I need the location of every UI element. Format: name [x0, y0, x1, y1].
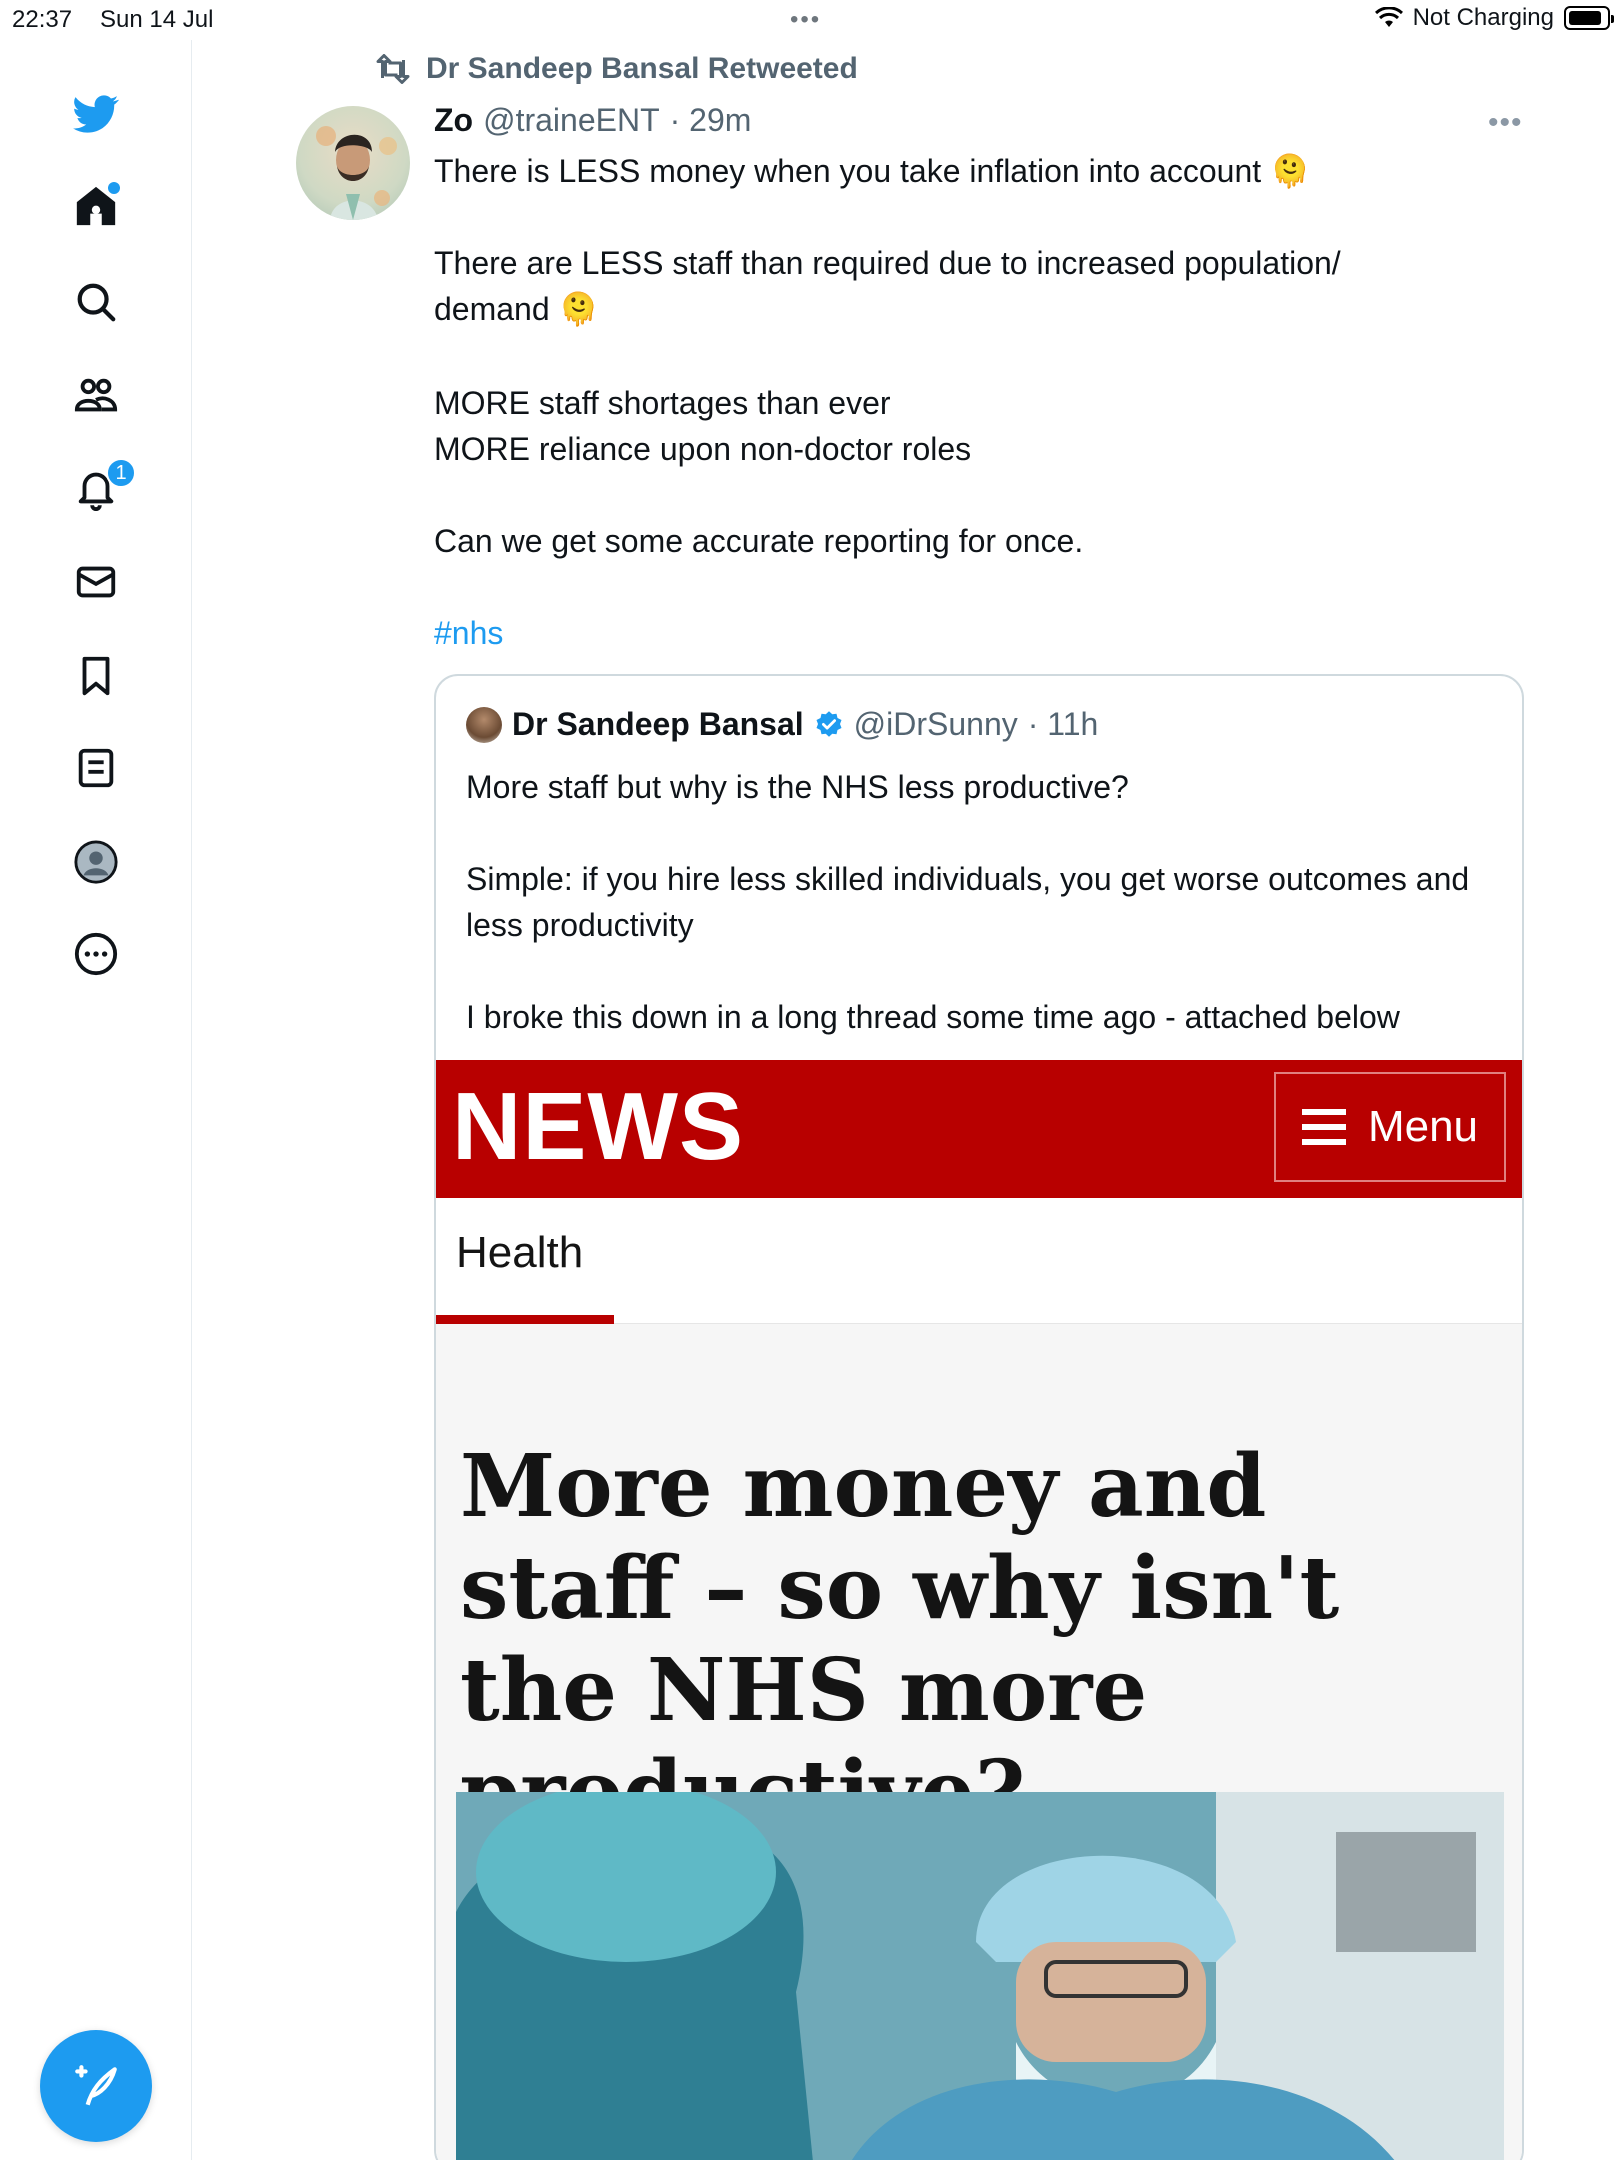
profile-icon: [74, 840, 118, 884]
tweet-line-2: There are LESS staff than required due t…: [434, 245, 1341, 327]
bbc-menu-label: Menu: [1367, 1102, 1479, 1151]
quoted-line-2: Simple: if you hire less skilled individ…: [466, 861, 1470, 943]
sidebar-item-bookmarks[interactable]: [68, 648, 124, 704]
surgeons-illustration: [456, 1792, 1504, 2160]
bbc-section-nav: Health: [436, 1198, 1522, 1325]
sidebar-item-messages[interactable]: [68, 554, 124, 610]
sidebar-item-search[interactable]: [68, 274, 124, 330]
compose-icon: [75, 2065, 117, 2106]
notification-badge: 1: [106, 458, 136, 488]
retweeted-by-label: Dr Sandeep Bansal Retweeted: [426, 52, 858, 85]
bbc-news-header: NEWS Menu: [436, 1060, 1522, 1198]
quoted-tweet-header: Dr Sandeep Bansal @iDrSunny · 11h: [466, 706, 1098, 743]
sidebar-item-home[interactable]: [68, 178, 124, 234]
status-bar: 22:37 Sun 14 Jul ••• Not Charging: [0, 0, 1620, 40]
search-icon: [77, 283, 116, 322]
hamburger-icon: [1301, 1109, 1346, 1145]
hashtag-link[interactable]: #nhs: [434, 610, 1524, 656]
status-right: Not Charging: [1374, 4, 1614, 32]
wifi-icon: [1374, 7, 1403, 27]
sidebar-item-notifications[interactable]: 1: [68, 458, 136, 516]
author-avatar-image: [316, 126, 397, 220]
verified-badge-icon: [816, 710, 842, 737]
tweet-more-icon[interactable]: •••: [1488, 106, 1523, 140]
bbc-section-health: Health: [456, 1228, 584, 1277]
sidebar-item-more[interactable]: [68, 926, 124, 982]
status-date: Sun 14 Jul: [100, 6, 214, 33]
mail-icon: [76, 566, 116, 598]
quoted-tweet-time: · 11h: [1027, 706, 1099, 742]
home-unread-dot: [108, 182, 120, 194]
quoted-line-3: I broke this down in a long thread some …: [466, 999, 1400, 1035]
multitasking-dots-icon[interactable]: •••: [790, 6, 821, 34]
twitter-logo-icon[interactable]: [68, 86, 124, 142]
surgeons-photo: [456, 1792, 1504, 2160]
twitter-bird-icon: [73, 95, 119, 133]
quoted-author-name: Dr Sandeep Bansal: [512, 706, 804, 742]
bookmark-icon: [82, 656, 110, 696]
quoted-tweet-card[interactable]: Dr Sandeep Bansal @iDrSunny · 11h More s…: [434, 674, 1524, 2160]
article-headline: More money and staff – so why isn't the …: [460, 1436, 1340, 1843]
tweet-header: Zo @traineENT · 29m: [434, 102, 751, 139]
charging-status: Not Charging: [1412, 4, 1554, 31]
compose-button[interactable]: [40, 2030, 152, 2142]
avatar[interactable]: [296, 106, 410, 220]
tweet-line-1: There is LESS money when you take inflat…: [434, 153, 1310, 189]
tweet-line-5: Can we get some accurate reporting for o…: [434, 523, 1084, 559]
quoted-line-1: More staff but why is the NHS less produ…: [466, 769, 1129, 805]
list-icon: [78, 748, 114, 788]
bbc-article-body: More money and staff – so why isn't the …: [436, 1324, 1522, 2160]
sidebar-item-communities[interactable]: [68, 368, 124, 424]
tweet-line-4: MORE reliance upon non-doctor roles: [434, 431, 972, 467]
more-icon: [74, 932, 118, 976]
quoted-author-handle: @iDrSunny: [853, 706, 1018, 742]
retweet-context[interactable]: Dr Sandeep Bansal Retweeted: [374, 52, 858, 86]
sidebar: 1: [0, 40, 192, 2160]
tweet-time[interactable]: · 29m: [670, 102, 752, 139]
author-handle[interactable]: @traineENT: [483, 102, 660, 139]
retweet-icon: [376, 54, 410, 84]
tweet-line-3: MORE staff shortages than ever: [434, 385, 891, 421]
bbc-news-brand: NEWS: [452, 1073, 744, 1180]
battery-icon: [1564, 6, 1614, 30]
author-name[interactable]: Zo: [434, 102, 473, 139]
sidebar-item-lists[interactable]: [68, 740, 124, 796]
bbc-menu-button: Menu: [1274, 1072, 1506, 1182]
status-time: 22:37: [12, 6, 73, 33]
communities-icon: [74, 378, 118, 412]
sidebar-item-profile[interactable]: [68, 834, 124, 890]
quoted-author-avatar: [466, 706, 502, 743]
